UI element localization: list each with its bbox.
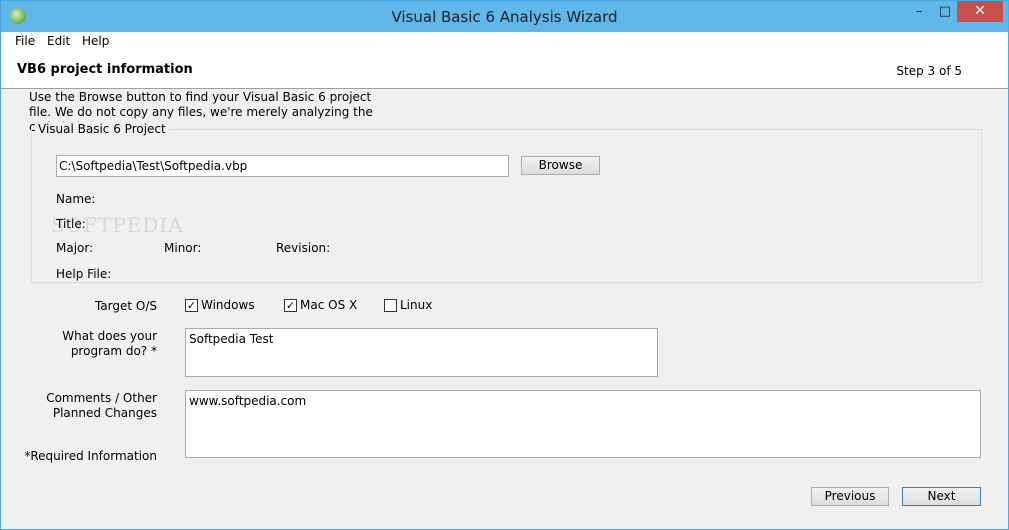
maximize-button[interactable]: □ [933, 1, 957, 22]
menu-help[interactable]: Help [82, 34, 109, 48]
close-button[interactable]: ✕ [957, 1, 1003, 22]
required-note: *Required Information [24, 449, 157, 463]
linux-checkbox[interactable] [384, 299, 397, 312]
comments-textarea[interactable]: www.softpedia.com [185, 390, 981, 458]
project-group-legend: Visual Basic 6 Project [35, 122, 169, 136]
menu-bar: File Edit Help [1, 32, 1008, 52]
minimize-button[interactable]: – [905, 1, 933, 22]
window-title: Visual Basic 6 Analysis Wizard [391, 8, 618, 26]
previous-button[interactable]: Previous [811, 487, 889, 506]
title-bar[interactable]: Visual Basic 6 Analysis Wizard – □ ✕ [1, 1, 1008, 32]
step-header: VB6 project information Step 3 of 5 [1, 52, 1008, 89]
next-button[interactable]: Next [902, 487, 981, 506]
comments-label: Comments / Other Planned Changes [46, 391, 157, 420]
project-path-input[interactable]: C:\Softpedia\Test\Softpedia.vbp [56, 155, 509, 177]
name-label: Name: [56, 192, 96, 206]
target-os-label: Target O/S [94, 299, 157, 313]
step-indicator: Step 3 of 5 [896, 64, 962, 78]
purpose-textarea[interactable]: Softpedia Test [185, 328, 658, 377]
project-groupbox [31, 129, 982, 283]
title-label: Title: [56, 217, 86, 231]
menu-edit[interactable]: Edit [47, 34, 70, 48]
major-label: Major: [56, 241, 94, 255]
minor-label: Minor: [164, 241, 202, 255]
linux-checkbox-label[interactable]: Linux [400, 298, 432, 312]
macosx-checkbox[interactable]: ✓ [284, 299, 297, 312]
windows-checkbox-label[interactable]: Windows [201, 298, 255, 312]
windows-checkbox[interactable]: ✓ [185, 299, 198, 312]
revision-label: Revision: [276, 241, 331, 255]
help-file-label: Help File: [56, 267, 112, 281]
page-title: VB6 project information [17, 62, 193, 77]
purpose-label: What does your program do? * [62, 329, 157, 358]
wizard-window: Visual Basic 6 Analysis Wizard – □ ✕ Fil… [0, 0, 1009, 530]
macosx-checkbox-label[interactable]: Mac OS X [300, 298, 357, 312]
menu-file[interactable]: File [15, 34, 35, 48]
browse-button[interactable]: Browse [521, 156, 600, 175]
